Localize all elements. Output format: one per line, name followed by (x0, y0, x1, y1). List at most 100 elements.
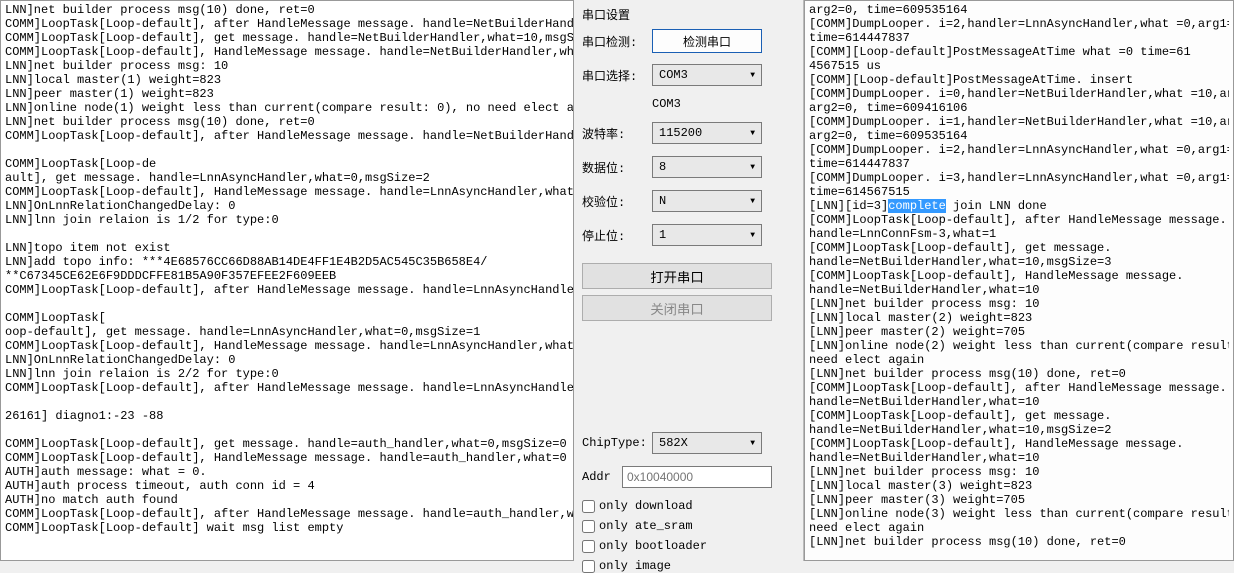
log-line: arg2=0, time=609535164 (809, 129, 1229, 143)
parity-label: 校验位: (582, 193, 652, 210)
log-line: [COMM][Loop-default]PostMessageAtTime. i… (809, 73, 1229, 87)
log-line: LNN]net builder process msg(10) done, re… (5, 115, 569, 129)
only-bootloader-checkbox[interactable] (582, 540, 595, 553)
port-select[interactable]: COM3 ▼ (652, 64, 762, 86)
log-line: LNN]lnn join relaion is 1/2 for type:0 (5, 213, 569, 227)
port-select-label: 串口选择: (582, 67, 652, 84)
log-line: COMM]LoopTask[Loop-default], after Handl… (5, 283, 569, 297)
log-line (5, 423, 569, 437)
log-line: handle=NetBuilderHandler,what=10 (809, 283, 1229, 297)
log-line: 4567515 us (809, 59, 1229, 73)
log-line: COMM]LoopTask[Loop-default], after Handl… (5, 381, 569, 395)
log-line: COMM]LoopTask[Loop-default], after Handl… (5, 129, 569, 143)
log-line: [LNN]net builder process msg: 10 (809, 297, 1229, 311)
chevron-down-icon: ▼ (750, 163, 755, 172)
only-download-label: only download (599, 499, 693, 513)
log-line: COMM]LoopTask[Loop-default], HandleMessa… (5, 45, 569, 59)
addr-label: Addr (582, 470, 622, 484)
log-line: handle=LnnConnFsm-3,what=1 (809, 227, 1229, 241)
log-line: time=614447837 (809, 31, 1229, 45)
log-line: arg2=0, time=609416106 (809, 101, 1229, 115)
chevron-down-icon: ▼ (750, 197, 755, 206)
port-select-value: COM3 (659, 68, 688, 82)
right-log-panel[interactable]: arg2=0, time=609535164[COMM]DumpLooper. … (804, 0, 1234, 561)
chevron-down-icon: ▼ (750, 439, 755, 448)
log-line: arg2=0, time=609535164 (809, 3, 1229, 17)
chip-type-value: 582X (659, 436, 688, 450)
log-line: [LNN][id=3]complete join LNN done (809, 199, 1229, 213)
log-line: [COMM]DumpLooper. i=0,handler=NetBuilder… (809, 87, 1229, 101)
log-line: COMM]LoopTask[Loop-default], after Handl… (5, 17, 569, 31)
data-bits-value: 8 (659, 160, 666, 174)
only-image-checkbox[interactable] (582, 560, 595, 573)
log-line: LNN]OnLnnRelationChangedDelay: 0 (5, 199, 569, 213)
only-download-checkbox[interactable] (582, 500, 595, 513)
log-line: [COMM]LoopTask[Loop-default], get messag… (809, 241, 1229, 255)
stop-bits-value: 1 (659, 228, 666, 242)
baud-value: 115200 (659, 126, 702, 140)
log-line: **C67345CE62E6F9DDDCFFE81B5A90F357EFEE2F… (5, 269, 569, 283)
log-line (5, 143, 569, 157)
chip-type-label: ChipType: (582, 436, 652, 450)
open-serial-button[interactable]: 打开串口 (582, 263, 772, 289)
detect-label: 串口检测: (582, 33, 652, 50)
log-line: LNN]lnn join relaion is 2/2 for type:0 (5, 367, 569, 381)
log-line: COMM]LoopTask[Loop-default], HandleMessa… (5, 185, 569, 199)
log-line: [COMM]DumpLooper. i=3,handler=LnnAsyncHa… (809, 171, 1229, 185)
highlighted-text: complete (888, 199, 946, 213)
chip-type-select[interactable]: 582X ▼ (652, 432, 762, 454)
baud-select[interactable]: 115200 ▼ (652, 122, 762, 144)
log-line: handle=NetBuilderHandler,what=10 (809, 451, 1229, 465)
stop-bits-select[interactable]: 1 ▼ (652, 224, 762, 246)
detect-serial-button[interactable]: 检测串口 (652, 29, 762, 53)
log-line: LNN]OnLnnRelationChangedDelay: 0 (5, 353, 569, 367)
log-line: [LNN]local master(3) weight=823 (809, 479, 1229, 493)
log-line: time=614567515 (809, 185, 1229, 199)
log-line (5, 297, 569, 311)
parity-select[interactable]: N ▼ (652, 190, 762, 212)
log-line (5, 227, 569, 241)
log-line: [COMM][Loop-default]PostMessageAtTime wh… (809, 45, 1229, 59)
log-line: LNN]peer master(1) weight=823 (5, 87, 569, 101)
log-line: LNN]online node(1) weight less than curr… (5, 101, 569, 115)
log-line: [COMM]DumpLooper. i=2,handler=LnnAsyncHa… (809, 17, 1229, 31)
log-line: COMM]LoopTask[Loop-default] wait msg lis… (5, 521, 569, 535)
chevron-down-icon: ▼ (750, 71, 755, 80)
log-line: ault], get message. handle=LnnAsyncHandl… (5, 171, 569, 185)
current-com-label: COM3 (652, 97, 795, 111)
addr-input[interactable] (622, 466, 772, 488)
log-line: [COMM]LoopTask[Loop-default], HandleMess… (809, 437, 1229, 451)
log-line: COMM]LoopTask[Loop-default], HandleMessa… (5, 339, 569, 353)
log-line: LNN]topo item not exist (5, 241, 569, 255)
log-line: [LNN]online node(3) weight less than cur… (809, 507, 1229, 521)
chevron-down-icon: ▼ (750, 231, 755, 240)
only-bootloader-label: only bootloader (599, 539, 707, 553)
log-line: need elect again (809, 353, 1229, 367)
serial-settings-panel: 串口设置 串口检测: 检测串口 串口选择: COM3 ▼ COM3 波特率: 1… (574, 0, 804, 561)
log-line: [LNN]online node(2) weight less than cur… (809, 339, 1229, 353)
log-line: COMM]LoopTask[Loop-default], get message… (5, 437, 569, 451)
close-serial-button[interactable]: 关闭串口 (582, 295, 772, 321)
log-line: oop-default], get message. handle=LnnAsy… (5, 325, 569, 339)
log-line: [LNN]peer master(3) weight=705 (809, 493, 1229, 507)
log-line: AUTH]auth process timeout, auth conn id … (5, 479, 569, 493)
data-bits-select[interactable]: 8 ▼ (652, 156, 762, 178)
log-line (5, 395, 569, 409)
left-log-panel[interactable]: LNN]net builder process msg(10) done, re… (0, 0, 574, 561)
log-line: [COMM]DumpLooper. i=1,handler=NetBuilder… (809, 115, 1229, 129)
log-line: LNN]net builder process msg(10) done, re… (5, 3, 569, 17)
log-line: LNN]add topo info: ***4E68576CC66D88AB14… (5, 255, 569, 269)
log-line: [LNN]peer master(2) weight=705 (809, 325, 1229, 339)
chevron-down-icon: ▼ (750, 129, 755, 138)
log-line: time=614447837 (809, 157, 1229, 171)
only-image-label: only image (599, 559, 671, 573)
log-line: COMM]LoopTask[Loop-default], get message… (5, 31, 569, 45)
log-line: [COMM]LoopTask[Loop-default], after Hand… (809, 213, 1229, 227)
log-line: 26161] diagno1:-23 -88 (5, 409, 569, 423)
log-line: [COMM]LoopTask[Loop-default], after Hand… (809, 381, 1229, 395)
log-line: [LNN]local master(2) weight=823 (809, 311, 1229, 325)
log-line: [COMM]LoopTask[Loop-default], HandleMess… (809, 269, 1229, 283)
only-ate-sram-checkbox[interactable] (582, 520, 595, 533)
log-line: handle=NetBuilderHandler,what=10 (809, 395, 1229, 409)
log-line: COMM]LoopTask[Loop-default], after Handl… (5, 507, 569, 521)
